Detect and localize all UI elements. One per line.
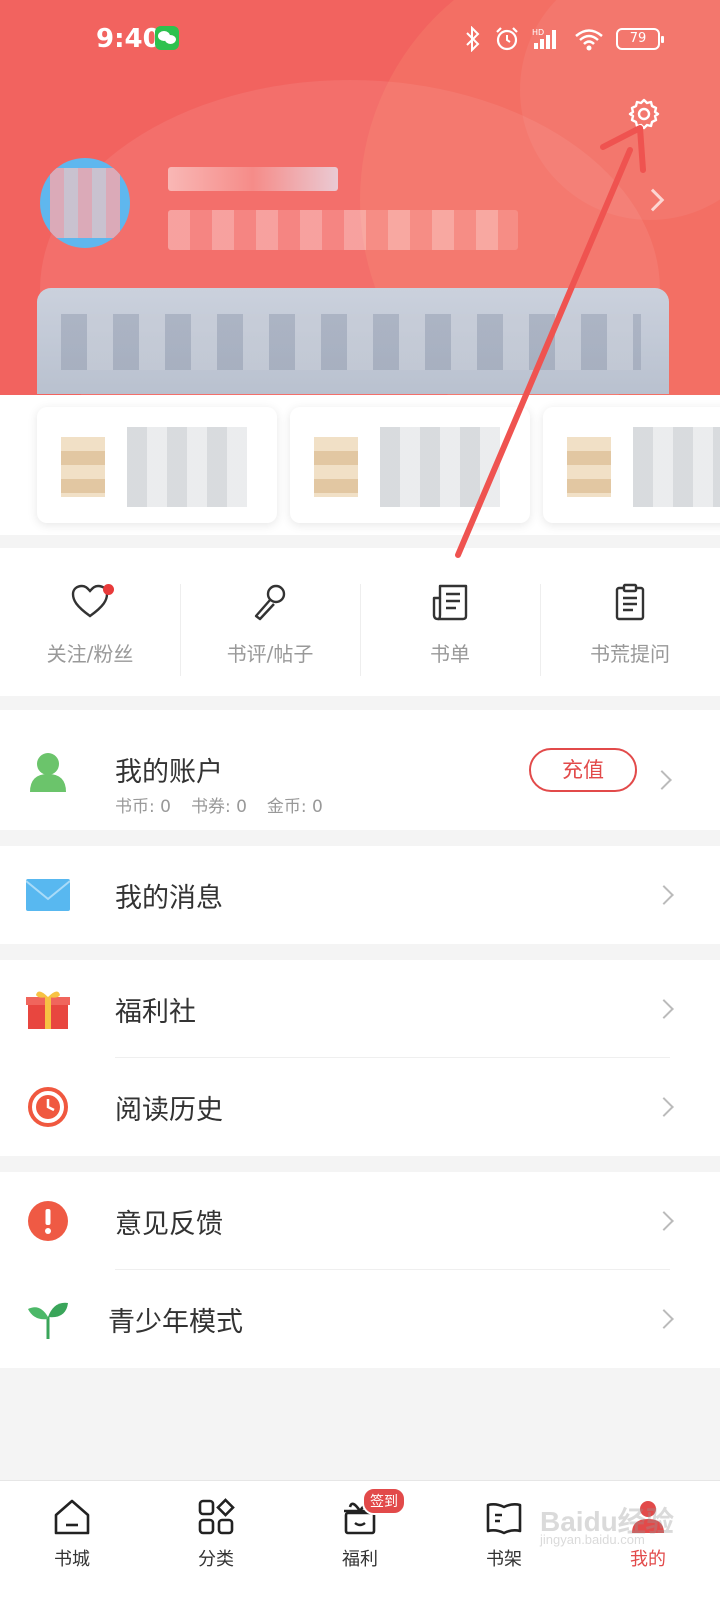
tab-label: 书城	[54, 1549, 90, 1570]
shortcut-label: 书评/帖子	[226, 642, 314, 666]
recharge-button[interactable]: 充值	[529, 748, 637, 792]
chevron-right-icon	[654, 999, 674, 1019]
exclamation-icon	[28, 1201, 68, 1241]
settings-section: 意见反馈 青少年模式	[0, 1172, 720, 1368]
user-icon	[30, 753, 66, 792]
menu-item-teen-mode[interactable]: 青少年模式	[0, 1270, 720, 1368]
vip-card-blurred[interactable]	[37, 288, 669, 394]
shortcut-bar: 关注/粉丝 书评/帖子 书单 书荒提问	[0, 548, 720, 696]
menu-item-history[interactable]: 阅读历史	[0, 1058, 720, 1156]
menu-label: 福利社	[115, 996, 196, 1028]
status-time: 9:40	[96, 24, 161, 54]
menu-label: 意见反馈	[115, 1208, 223, 1240]
voucher-balance: 书券: 0	[190, 797, 247, 817]
menu-label: 青少年模式	[108, 1306, 243, 1338]
profile-page: 9:40 HD 79 关注/粉丝 书评/帖子 书单 书荒提问 我的账户 书币: …	[0, 0, 720, 1600]
menu-item-messages[interactable]: 我的消息	[0, 846, 720, 944]
clock-history-icon	[28, 1087, 68, 1127]
tab-bookstore[interactable]: 书城	[0, 1481, 144, 1600]
shortcut-label: 书单	[430, 642, 470, 666]
chevron-right-icon	[654, 885, 674, 905]
status-bar: 9:40 HD 79	[0, 18, 720, 62]
gift-box-icon	[26, 991, 70, 1029]
shortcut-label: 书荒提问	[590, 642, 670, 666]
messages-section: 我的消息	[0, 846, 720, 944]
tab-welfare[interactable]: 签到 福利	[288, 1481, 432, 1600]
gear-icon[interactable]	[627, 97, 661, 131]
chevron-right-icon	[654, 1097, 674, 1117]
envelope-icon	[26, 879, 70, 911]
alarm-icon	[496, 27, 518, 51]
shortcut-ask[interactable]: 书荒提问	[540, 548, 720, 696]
svg-text:HD: HD	[532, 28, 544, 37]
menu-item-welfare[interactable]: 福利社	[0, 960, 720, 1058]
coin-balance: 书币: 0	[115, 797, 171, 817]
booklist-icon	[432, 584, 468, 621]
shortcut-reviews[interactable]: 书评/帖子	[180, 548, 360, 696]
signal-icon: HD	[532, 28, 556, 49]
wechat-icon	[155, 26, 179, 50]
promo-cards	[0, 395, 720, 535]
bluetooth-icon	[466, 26, 480, 52]
profile-header: 9:40 HD 79	[0, 0, 720, 395]
menu-item-feedback[interactable]: 意见反馈	[0, 1172, 720, 1270]
sprout-icon	[28, 1302, 68, 1339]
baidu-watermark-url: jingyan.baidu.com	[540, 1532, 645, 1547]
shortcut-label: 关注/粉丝	[46, 642, 134, 666]
checkin-badge: 签到	[362, 1487, 406, 1515]
battery-icon: 79	[616, 28, 664, 50]
gold-balance: 金币: 0	[266, 797, 323, 817]
home-icon	[54, 1499, 90, 1535]
clipboard-icon	[615, 583, 645, 621]
tab-category[interactable]: 分类	[144, 1481, 288, 1600]
chevron-right-icon	[652, 770, 672, 790]
tab-label: 书架	[486, 1549, 522, 1570]
username-blurred	[168, 167, 338, 191]
tab-label: 我的	[630, 1549, 666, 1570]
menu-label: 阅读历史	[115, 1094, 223, 1126]
notification-dot	[103, 584, 114, 595]
tab-label: 分类	[198, 1549, 234, 1570]
avatar[interactable]	[40, 158, 130, 248]
chevron-right-icon	[654, 1211, 674, 1231]
bookshelf-icon	[486, 1503, 522, 1535]
user-info-blurred	[168, 210, 518, 250]
menu-label: 我的消息	[115, 882, 223, 914]
chevron-right-icon	[654, 1309, 674, 1329]
promo-card[interactable]	[37, 407, 277, 523]
promo-card[interactable]	[543, 407, 720, 523]
tab-label: 福利	[342, 1549, 378, 1570]
account-stats: 书币: 0 书券: 0 金币: 0	[115, 792, 323, 817]
shortcut-booklist[interactable]: 书单	[360, 548, 540, 696]
shortcut-follow[interactable]: 关注/粉丝	[0, 548, 180, 696]
wifi-icon	[575, 29, 603, 51]
category-icon	[198, 1498, 235, 1535]
welfare-section: 福利社 阅读历史	[0, 960, 720, 1156]
promo-card[interactable]	[290, 407, 530, 523]
microphone-icon	[254, 584, 286, 621]
account-title: 我的账户	[115, 757, 223, 788]
